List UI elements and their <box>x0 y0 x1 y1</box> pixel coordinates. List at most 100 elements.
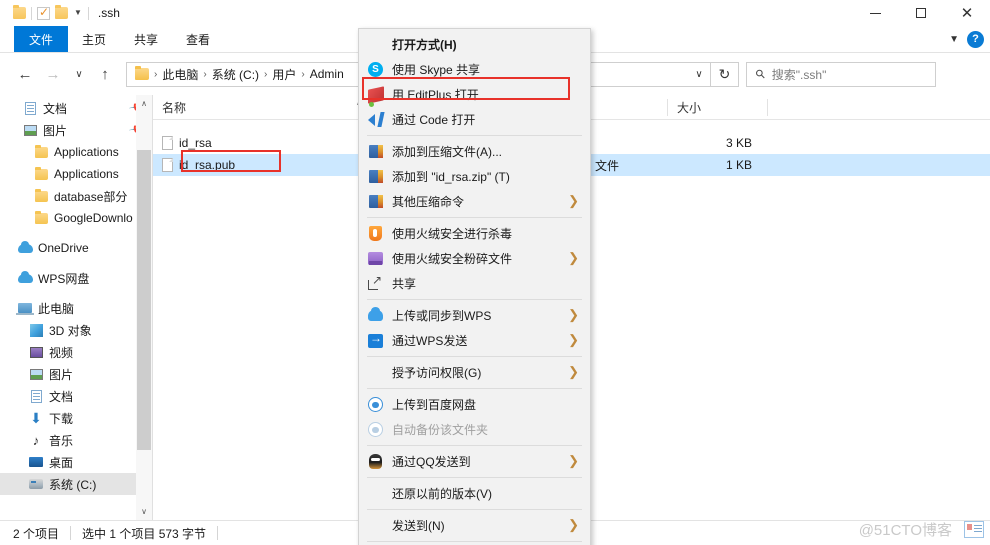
cloud-icon <box>17 270 33 286</box>
menu-item-other-archive-commands[interactable]: 其他压缩命令 ❯ <box>359 189 590 214</box>
breadcrumb-item-admin[interactable]: Admin <box>307 67 347 81</box>
checkbox-icon[interactable] <box>37 5 50 20</box>
menu-separator <box>367 509 582 510</box>
sidebar-item-applications-2[interactable]: Applications <box>0 163 152 185</box>
breadcrumb-separator: › <box>154 68 158 80</box>
folder-icon[interactable] <box>55 5 68 19</box>
chevron-right-icon: ❯ <box>568 307 579 322</box>
close-button[interactable]: ✕ <box>944 0 990 26</box>
menu-separator <box>367 299 582 300</box>
breadcrumb-separator: › <box>301 68 305 80</box>
menu-separator <box>367 217 582 218</box>
back-button[interactable]: ← <box>12 61 38 87</box>
recent-locations-button[interactable]: ∨ <box>68 61 90 87</box>
menu-item-huorong-scan[interactable]: 使用火绒安全进行杀毒 <box>359 221 590 246</box>
sidebar-item-label: OneDrive <box>38 241 89 255</box>
desktop-icon <box>28 454 44 470</box>
winrar-icon <box>367 143 384 160</box>
menu-item-share[interactable]: 共享 <box>359 271 590 296</box>
sidebar-item-this-pc[interactable]: 此电脑 <box>0 297 152 319</box>
menu-item-auto-backup-folder: 自动备份该文件夹 <box>359 417 590 442</box>
sidebar-scrollbar[interactable]: ∧ ∨ <box>136 95 152 520</box>
chevron-right-icon: ❯ <box>568 332 579 347</box>
sidebar-item-documents[interactable]: 文档 📌 <box>0 97 152 119</box>
menu-item-send-to[interactable]: 发送到(N) ❯ <box>359 513 590 538</box>
folder-icon <box>33 210 49 226</box>
sidebar-item-applications-1[interactable]: Applications <box>0 141 152 163</box>
menu-item-grant-access[interactable]: 授予访问权限(G) ❯ <box>359 360 590 385</box>
sidebar-item-wps-netdisk[interactable]: WPS网盘 <box>0 267 152 289</box>
up-button[interactable]: ↑ <box>92 61 118 87</box>
scrollbar-thumb[interactable] <box>137 150 151 450</box>
tab-file[interactable]: 文件 <box>14 26 68 52</box>
sidebar-item-googledownload[interactable]: GoogleDownlo <box>0 207 152 229</box>
divider <box>217 526 219 540</box>
chevron-right-icon: ❯ <box>568 364 579 379</box>
search-input[interactable]: 搜索".ssh" <box>772 66 827 83</box>
close-icon: ✕ <box>960 4 974 22</box>
cell-size: 1 KB <box>725 158 752 172</box>
menu-item-huorong-shred[interactable]: 使用火绒安全粉碎文件 ❯ <box>359 246 590 271</box>
breadcrumb-item-system-c[interactable]: 系统 (C:) <box>209 66 262 83</box>
ribbon-expand-icon[interactable]: ▼ <box>949 34 959 45</box>
menu-item-share-via-skype[interactable]: S 使用 Skype 共享 <box>359 57 590 82</box>
sidebar-item-label: GoogleDownlo <box>54 211 133 225</box>
chevron-down-icon[interactable]: ∨ <box>688 69 710 80</box>
sidebar-item-documents-2[interactable]: 文档 <box>0 385 152 407</box>
sidebar-item-3d-objects[interactable]: 3D 对象 <box>0 319 152 341</box>
sidebar-item-label: Applications <box>54 145 119 159</box>
sidebar-item-videos[interactable]: 视频 <box>0 341 152 363</box>
menu-item-send-via-wps[interactable]: 通过WPS发送 ❯ <box>359 328 590 353</box>
menu-item-open-with-code[interactable]: 通过 Code 打开 <box>359 107 590 132</box>
menu-item-restore-previous-versions[interactable]: 还原以前的版本(V) <box>359 481 590 506</box>
title-bar: ▼ .ssh ✕ <box>0 0 990 26</box>
refresh-button[interactable]: ↻ <box>711 61 739 87</box>
3d-objects-icon <box>28 322 44 338</box>
chevron-right-icon: ❯ <box>568 517 579 532</box>
menu-item-open-with[interactable]: 打开方式(H) <box>359 32 590 57</box>
minimize-button[interactable] <box>852 0 898 26</box>
minimize-icon <box>869 12 881 14</box>
ribbon-right-controls: ▼ ? <box>949 26 990 52</box>
sidebar-item-downloads[interactable]: ⬇ 下载 <box>0 407 152 429</box>
sidebar-item-pictures[interactable]: 图片 📌 <box>0 119 152 141</box>
menu-separator <box>367 356 582 357</box>
watermark: @51CTO博客 <box>858 522 952 539</box>
breadcrumb-item-this-pc[interactable]: 此电脑 <box>159 66 201 83</box>
document-icon <box>28 388 44 404</box>
tab-share[interactable]: 共享 <box>120 26 172 52</box>
sidebar-item-label: 此电脑 <box>38 301 75 316</box>
scroll-up-icon[interactable]: ∧ <box>136 95 152 112</box>
sidebar-item-database[interactable]: database部分 <box>0 185 152 207</box>
menu-item-open-with-editplus[interactable]: 用 EditPlus 打开 <box>359 82 590 107</box>
search-box[interactable]: ⚲ 搜索".ssh" <box>746 61 936 87</box>
chevron-right-icon: ❯ <box>568 250 579 265</box>
sidebar-item-pictures-2[interactable]: 图片 <box>0 363 152 385</box>
menu-item-send-via-qq[interactable]: 通过QQ发送到 ❯ <box>359 449 590 474</box>
tab-view[interactable]: 查看 <box>172 26 224 52</box>
breadcrumb-item-users[interactable]: 用户 <box>269 66 299 83</box>
sidebar-item-system-c[interactable]: 系统 (C:) <box>0 473 152 495</box>
sidebar-item-onedrive[interactable]: OneDrive <box>0 237 152 259</box>
sidebar-item-label: Applications <box>54 167 119 181</box>
forward-button[interactable]: → <box>40 61 66 87</box>
chevron-down-icon[interactable]: ▼ <box>73 9 83 17</box>
maximize-button[interactable] <box>898 0 944 26</box>
menu-item-upload-baidu-netdisk[interactable]: 上传到百度网盘 <box>359 392 590 417</box>
scroll-down-icon[interactable]: ∨ <box>136 503 152 520</box>
column-header-size[interactable]: 大小 <box>668 95 768 120</box>
file-name: id_rsa.pub <box>179 158 236 172</box>
menu-item-add-to-zip[interactable]: 添加到 "id_rsa.zip" (T) <box>359 164 590 189</box>
menu-item-upload-sync-wps[interactable]: 上传或同步到WPS ❯ <box>359 303 590 328</box>
sidebar-item-music[interactable]: ♪ 音乐 <box>0 429 152 451</box>
maximize-icon <box>916 8 926 18</box>
sidebar-item-desktop[interactable]: 桌面 <box>0 451 152 473</box>
menu-item-label: 使用火绒安全粉碎文件 <box>392 252 513 266</box>
sidebar-item-label: 图片 <box>43 123 68 138</box>
menu-item-add-to-archive[interactable]: 添加到压缩文件(A)... <box>359 139 590 164</box>
chevron-right-icon: ❯ <box>568 193 579 208</box>
view-layout-icon[interactable] <box>964 521 984 538</box>
tab-home[interactable]: 主页 <box>68 26 120 52</box>
help-icon[interactable]: ? <box>967 30 984 48</box>
